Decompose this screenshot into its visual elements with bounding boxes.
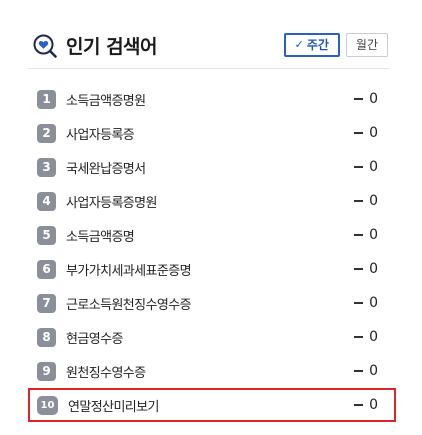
tab-weekly-label: 주간 — [306, 38, 329, 52]
list-item: 9 원천징수영수증 0 — [28, 354, 396, 388]
widget-header: 인기 검색어 ✓ 주간 월간 — [28, 28, 390, 69]
search-term-link[interactable]: 연말정산미리보기 — [68, 396, 159, 415]
no-change-icon — [354, 98, 364, 100]
rank-change-value: 0 — [369, 193, 378, 209]
rank-change: 0 — [354, 193, 378, 209]
no-change-icon — [354, 370, 364, 372]
rank-badge: 4 — [37, 191, 56, 211]
rank-change: 0 — [354, 261, 378, 277]
list-item: 7 근로소득원천징수영수증 0 — [28, 286, 396, 320]
rank-change: 0 — [354, 363, 378, 379]
period-tabs: ✓ 주간 월간 — [283, 33, 388, 57]
rank-badge: 3 — [37, 157, 56, 177]
no-change-icon — [354, 200, 364, 202]
rank-change: 0 — [354, 125, 378, 141]
rank-badge: 8 — [37, 327, 56, 347]
title-area: 인기 검색어 — [32, 32, 158, 59]
tab-weekly[interactable]: ✓ 주간 — [283, 33, 340, 57]
no-change-icon — [354, 336, 364, 338]
rank-badge: 2 — [37, 123, 56, 143]
search-term-link[interactable]: 현금영수증 — [66, 328, 123, 347]
rank-badge: 1 — [37, 89, 56, 109]
list-item: 8 현금영수증 0 — [28, 320, 396, 354]
tab-monthly[interactable]: 월간 — [345, 33, 388, 57]
search-heart-icon — [33, 34, 57, 58]
no-change-icon — [354, 268, 364, 270]
rank-change-value: 0 — [369, 227, 378, 243]
search-term-link[interactable]: 소득금액증명 — [66, 226, 135, 245]
check-icon: ✓ — [294, 38, 304, 51]
list-item-highlighted: 10 연말정산미리보기 0 — [28, 388, 396, 422]
tab-monthly-label: 월간 — [355, 38, 378, 52]
list-item: 6 부가가치세과세표준증명 0 — [28, 252, 396, 286]
list-item: 4 사업자등록증명원 0 — [28, 184, 396, 218]
rank-change-value: 0 — [369, 329, 378, 345]
rank-badge: 5 — [37, 225, 56, 245]
search-term-link[interactable]: 부가가치세과세표준증명 — [66, 260, 192, 279]
no-change-icon — [354, 302, 364, 304]
no-change-icon — [354, 132, 364, 134]
search-term-link[interactable]: 근로소득원천징수영수증 — [66, 294, 192, 313]
rank-change-value: 0 — [369, 261, 378, 277]
rank-change-value: 0 — [369, 397, 378, 413]
popular-search-widget: 인기 검색어 ✓ 주간 월간 1 소득금액증명원 0 2 사업자등록증 0 3 … — [0, 0, 422, 435]
rank-change: 0 — [354, 159, 378, 175]
list-item: 1 소득금액증명원 0 — [28, 82, 396, 116]
search-term-link[interactable]: 원천징수영수증 — [66, 362, 146, 381]
list-item: 5 소득금액증명 0 — [28, 218, 396, 252]
list-item: 2 사업자등록증 0 — [28, 116, 396, 150]
rank-change: 0 — [354, 397, 378, 413]
rank-change-value: 0 — [369, 125, 378, 141]
rank-badge: 7 — [37, 293, 56, 313]
search-term-link[interactable]: 사업자등록증명원 — [66, 192, 157, 211]
list-item: 3 국세완납증명서 0 — [28, 150, 396, 184]
search-term-link[interactable]: 사업자등록증 — [66, 124, 135, 143]
rank-change-value: 0 — [369, 363, 378, 379]
no-change-icon — [354, 404, 364, 406]
search-ranking-list: 1 소득금액증명원 0 2 사업자등록증 0 3 국세완납증명서 0 4 사업자… — [28, 82, 396, 422]
rank-change-value: 0 — [369, 295, 378, 311]
rank-change-value: 0 — [369, 91, 378, 107]
rank-badge: 10 — [37, 395, 58, 415]
rank-change: 0 — [354, 91, 378, 107]
search-term-link[interactable]: 소득금액증명원 — [66, 90, 146, 109]
widget-title: 인기 검색어 — [66, 36, 158, 58]
rank-change: 0 — [354, 295, 378, 311]
search-term-link[interactable]: 국세완납증명서 — [66, 158, 146, 177]
no-change-icon — [354, 234, 364, 236]
no-change-icon — [354, 166, 364, 168]
rank-change: 0 — [354, 227, 378, 243]
rank-badge: 6 — [37, 259, 56, 279]
rank-badge: 9 — [37, 361, 56, 381]
rank-change: 0 — [354, 329, 378, 345]
rank-change-value: 0 — [369, 159, 378, 175]
